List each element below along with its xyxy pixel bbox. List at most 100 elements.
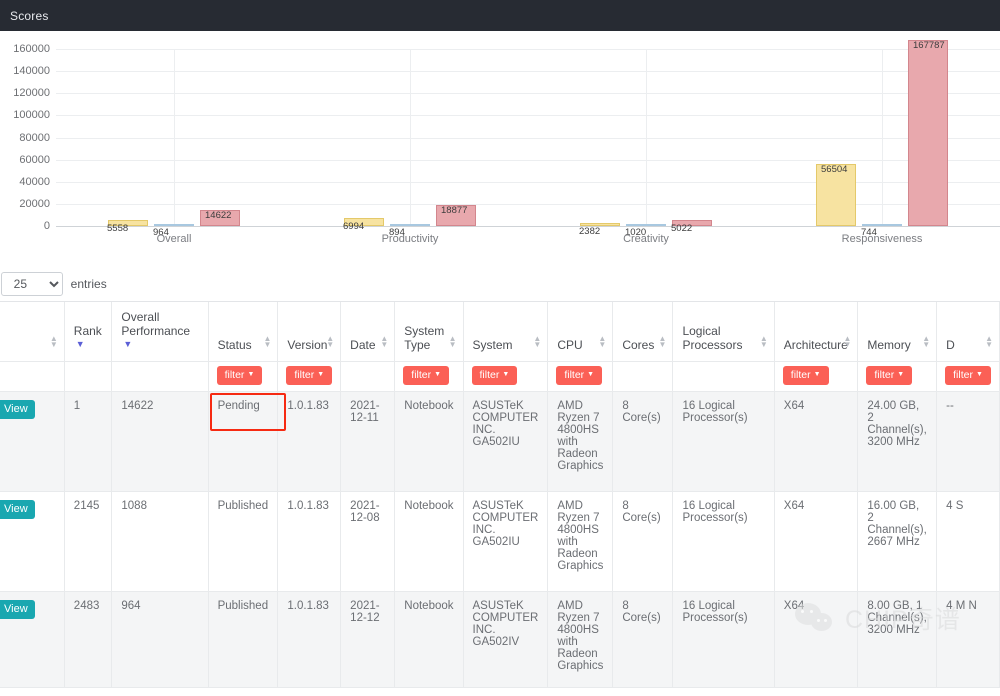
chevron-down-icon: ▼: [502, 371, 510, 378]
filter-button-disk[interactable]: filter ▼: [945, 366, 991, 385]
chart-bar[interactable]: 167787: [908, 40, 948, 226]
filter-cell-cpu: filter ▼: [547, 361, 614, 392]
cell-view[interactable]: View: [0, 591, 65, 688]
chart-category-gridline: [174, 49, 175, 226]
chart-bar[interactable]: 14622: [200, 209, 240, 226]
column-header-overall[interactable]: Overall Performance ▼: [111, 302, 209, 362]
column-header-label: Date: [350, 338, 376, 352]
column-header-systype[interactable]: System Type ▲ ▼: [394, 302, 464, 362]
filter-cell-system: filter ▼: [463, 361, 549, 392]
filter-button-label: filter: [479, 369, 500, 381]
column-header-label: CPU: [557, 338, 583, 352]
column-header-arch[interactable]: Architecture ▲ ▼: [774, 302, 859, 362]
column-header-date[interactable]: Date ▲ ▼: [340, 302, 396, 362]
chevron-down-icon: ▼: [897, 371, 905, 378]
page-title: Scores: [10, 8, 49, 23]
column-header-view[interactable]: ▲ ▼: [0, 302, 65, 362]
column-header-logproc[interactable]: Logical Processors ▲ ▼: [672, 302, 775, 362]
column-header-disk[interactable]: D ▲ ▼: [936, 302, 1000, 362]
chart-bar-value-label: 2382: [579, 226, 601, 238]
filter-button-arch[interactable]: filter ▼: [782, 366, 829, 385]
scores-table-container[interactable]: ▲ ▼ Rank▼ Overall Performance▼ Status ▲ ▼ Versi…: [0, 301, 1000, 688]
cell-view[interactable]: View: [0, 391, 65, 492]
filter-button-systype[interactable]: filter ▼: [403, 366, 450, 385]
cell-systype: Notebook: [394, 391, 464, 492]
view-button[interactable]: View: [0, 600, 35, 619]
cell-view[interactable]: View: [0, 491, 65, 592]
column-header-version[interactable]: Version ▲ ▼: [277, 302, 342, 362]
filter-button-status[interactable]: filter ▼: [216, 366, 263, 385]
cell-cores: 8 Core(s): [612, 391, 674, 492]
chart-gridline: [56, 71, 1000, 73]
chart-bar-value-label: 5022: [671, 223, 693, 235]
filter-cell-date: [340, 361, 396, 392]
chart-bar[interactable]: 2382: [579, 223, 620, 237]
page-length-select[interactable]: 102550100: [0, 272, 63, 296]
sort-toggle-icon[interactable]: ▲ ▼: [760, 335, 768, 349]
column-header-label: Overall Performance: [121, 310, 191, 338]
filter-button-label: filter: [874, 369, 895, 381]
chart-x-category-label: Overall: [156, 233, 192, 245]
chart-bar[interactable]: 1020: [625, 224, 666, 238]
filter-button-memory[interactable]: filter ▼: [866, 366, 913, 385]
column-header-label: Version: [287, 338, 328, 352]
view-button[interactable]: View: [0, 400, 35, 419]
chart-bar[interactable]: 5022: [671, 220, 712, 234]
chart-bar[interactable]: 6994: [343, 218, 384, 232]
column-header-system[interactable]: System ▲ ▼: [463, 302, 549, 362]
table-row[interactable]: View 1 14622 Pending 1.0.1.83 2021-12-11 Noteb…: [0, 391, 1000, 492]
chart-bar[interactable]: 744: [861, 224, 902, 238]
sort-desc-icon[interactable]: ▼: [76, 340, 85, 349]
sort-toggle-icon[interactable]: ▲ ▼: [449, 335, 457, 349]
chart-y-tick: 40000: [19, 175, 50, 188]
sort-desc-icon[interactable]: ▼: [123, 340, 132, 349]
sort-toggle-icon[interactable]: ▲ ▼: [659, 335, 667, 349]
column-header-status[interactable]: Status ▲ ▼: [208, 302, 279, 362]
view-button[interactable]: View: [0, 500, 35, 519]
chart-bar[interactable]: 964: [153, 224, 194, 238]
sort-toggle-icon[interactable]: ▲ ▼: [843, 335, 851, 349]
chart-y-tick: 60000: [19, 153, 50, 166]
column-header-memory[interactable]: Memory ▲ ▼: [857, 302, 938, 362]
sort-toggle-icon[interactable]: ▲ ▼: [598, 335, 606, 349]
chart-y-tick: 100000: [13, 109, 50, 122]
column-header-label: Status: [217, 338, 252, 352]
chart-bar-value-label: 5558: [107, 222, 129, 234]
column-header-cores[interactable]: Cores ▲ ▼: [612, 302, 674, 362]
chart-category-gridline: [410, 49, 411, 226]
chart-bar[interactable]: 56504: [816, 163, 856, 226]
sort-toggle-icon[interactable]: ▲ ▼: [985, 335, 993, 349]
table-row[interactable]: View 2145 1088 Published 1.0.1.83 2021-12-08 N…: [0, 491, 1000, 592]
chevron-down-icon: ▼: [813, 371, 821, 378]
sort-toggle-icon[interactable]: ▲ ▼: [922, 335, 930, 349]
chart-bar[interactable]: 18877: [436, 205, 476, 226]
chevron-down-icon: ▼: [434, 371, 442, 378]
filter-button-version[interactable]: filter ▼: [286, 366, 333, 385]
cell-logproc: 16 Logical Processor(s): [672, 491, 775, 592]
column-header-rank[interactable]: Rank ▼: [64, 302, 113, 362]
table-row[interactable]: View 2483 964 Published 1.0.1.83 2021-12-12 No…: [0, 591, 1000, 688]
column-header-cpu[interactable]: CPU ▲ ▼: [547, 302, 614, 362]
column-header-label: Memory: [867, 338, 911, 352]
chart-bar[interactable]: 5558: [107, 219, 148, 234]
filter-button-cpu[interactable]: filter ▼: [556, 366, 603, 385]
chevron-down-icon: ▼: [587, 371, 595, 378]
sort-toggle-icon[interactable]: ▲ ▼: [263, 335, 271, 349]
sort-toggle-icon[interactable]: ▲ ▼: [533, 335, 541, 349]
sort-toggle-icon[interactable]: ▲ ▼: [50, 335, 58, 349]
cell-arch: X64: [774, 491, 859, 592]
filter-cell-view: [0, 361, 65, 392]
cell-memory: 24.00 GB, 2 Channel(s), 3200 MHz: [857, 391, 938, 492]
cell-arch: X64: [774, 591, 859, 688]
cell-arch: X64: [774, 391, 859, 492]
filter-button-label: filter: [790, 369, 811, 381]
sort-toggle-icon[interactable]: ▲ ▼: [380, 335, 388, 349]
cell-date: 2021-12-08: [340, 491, 396, 592]
filter-button-system[interactable]: filter ▼: [471, 366, 518, 385]
sort-toggle-icon[interactable]: ▲ ▼: [326, 335, 334, 349]
filter-cell-systype: filter ▼: [394, 361, 464, 392]
cell-systype: Notebook: [394, 491, 464, 592]
filter-cell-status: filter ▼: [208, 361, 279, 392]
chart-bar[interactable]: 894: [389, 224, 430, 238]
cell-overall: 1088: [111, 491, 209, 592]
